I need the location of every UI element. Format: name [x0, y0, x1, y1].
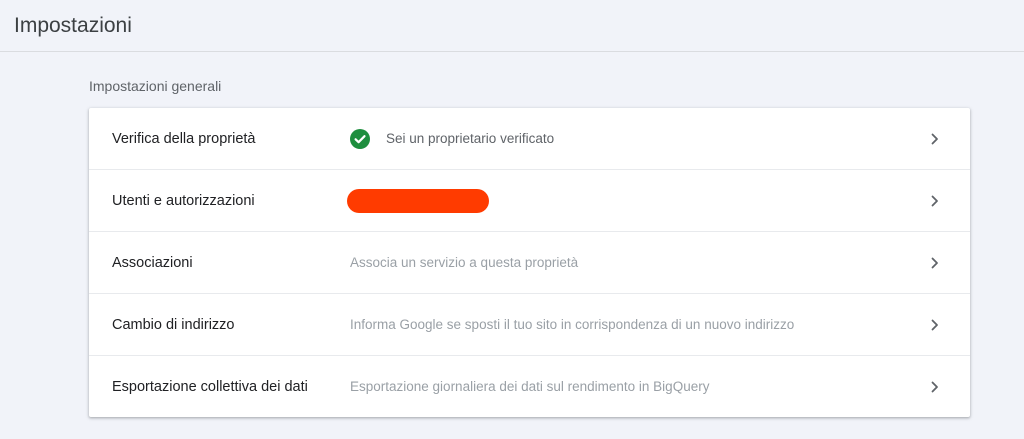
chevron-right-icon: [931, 319, 938, 330]
redaction-mark: [347, 188, 489, 213]
row-label: Utenti e autorizzazioni: [112, 192, 255, 209]
settings-row-users-permissions[interactable]: Utenti e autorizzazioni: [89, 170, 970, 232]
row-value-text: Sei un proprietario verificato: [386, 131, 555, 146]
settings-card: Verifica della proprietà Sei un propriet…: [89, 108, 970, 417]
row-label: Cambio di indirizzo: [112, 316, 235, 333]
chevron-right-icon: [931, 133, 938, 144]
section-heading: Impostazioni generali: [89, 78, 222, 94]
row-value: Informa Google se sposti il tuo sito in …: [350, 317, 795, 332]
row-label: Esportazione collettiva dei dati: [112, 378, 308, 395]
row-value: Sei un proprietario verificato: [350, 128, 555, 149]
row-value: [347, 188, 489, 213]
page-title: Impostazioni: [14, 13, 132, 37]
row-value: Associa un servizio a questa proprietà: [350, 255, 579, 270]
settings-row-change-of-address[interactable]: Cambio di indirizzo Informa Google se sp…: [89, 294, 970, 356]
top-bar: Impostazioni: [0, 0, 1024, 52]
settings-row-associations[interactable]: Associazioni Associa un servizio a quest…: [89, 232, 970, 294]
row-value: Esportazione giornaliera dei dati sul re…: [350, 379, 710, 394]
chevron-right-icon: [931, 257, 938, 268]
settings-row-ownership-verification[interactable]: Verifica della proprietà Sei un propriet…: [89, 108, 970, 170]
settings-row-bulk-data-export[interactable]: Esportazione collettiva dei dati Esporta…: [89, 356, 970, 417]
chevron-right-icon: [931, 195, 938, 206]
row-label: Associazioni: [112, 254, 193, 271]
row-label: Verifica della proprietà: [112, 130, 256, 147]
verified-check-icon: [350, 128, 370, 149]
chevron-right-icon: [931, 381, 938, 392]
general-settings-section: Impostazioni generali Verifica della pro…: [89, 52, 970, 417]
